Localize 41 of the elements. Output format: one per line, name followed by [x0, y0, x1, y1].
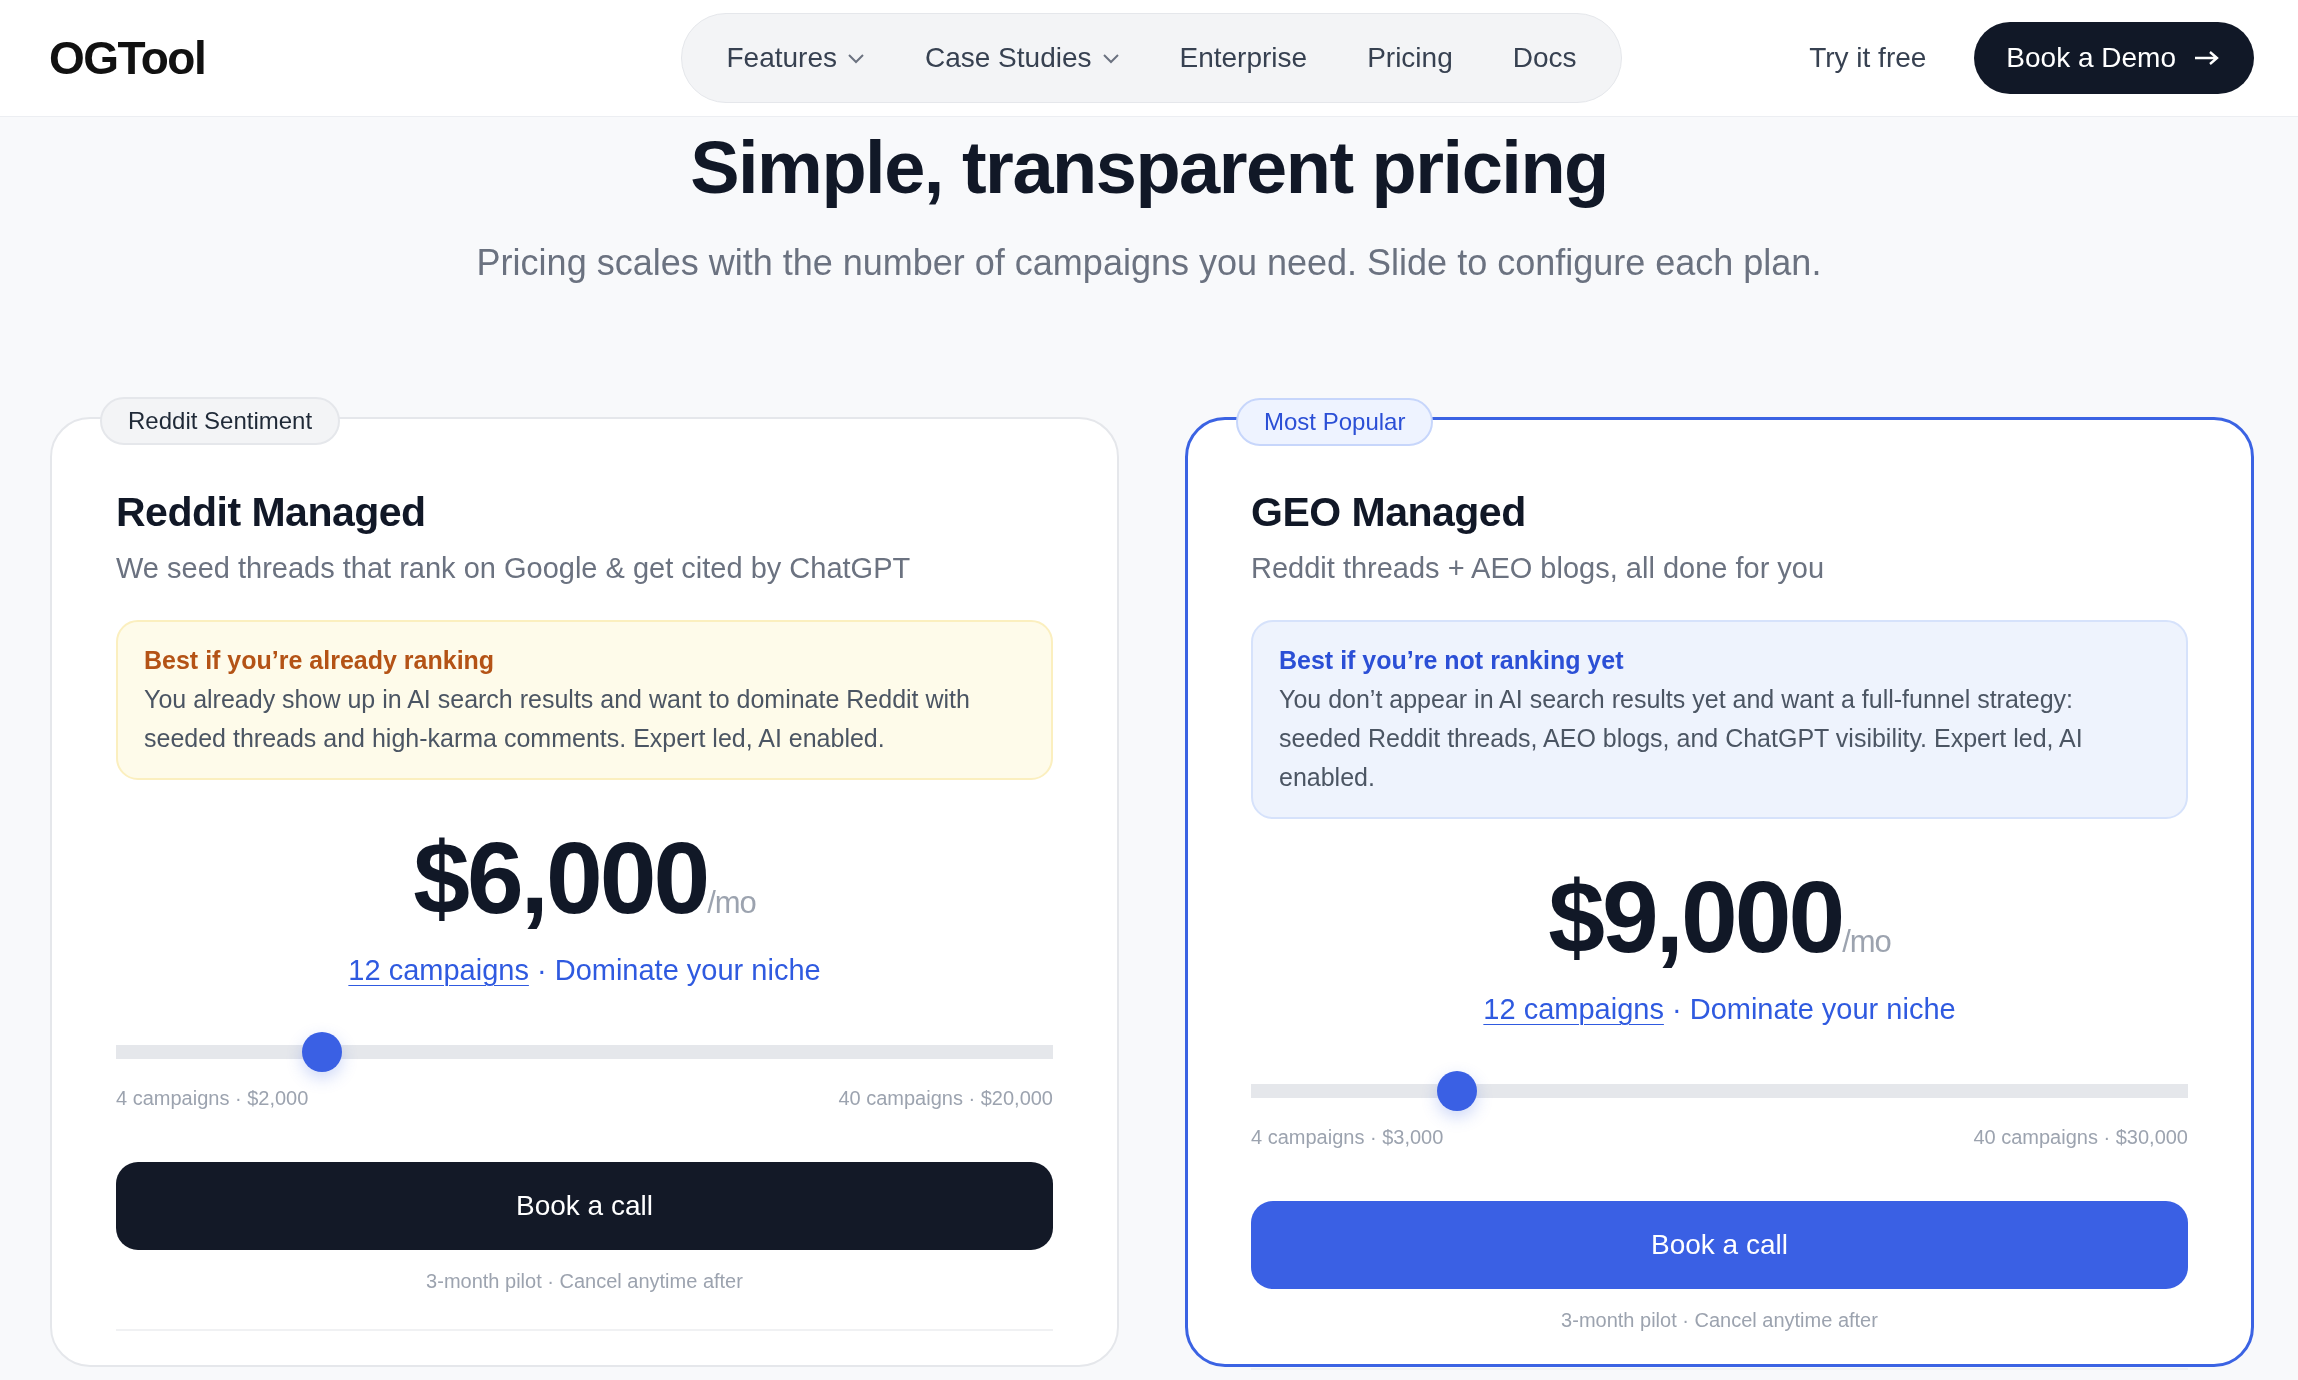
book-call-button[interactable]: Book a call	[1251, 1201, 2188, 1289]
nav-link[interactable]: Enterprise	[1149, 42, 1338, 74]
campaigns-link[interactable]: 12 campaigns	[348, 954, 529, 986]
range-max-label: 40 campaigns · $20,000	[838, 1087, 1053, 1110]
plan-tag: Most Popular	[1236, 398, 1434, 446]
page-subtitle: Pricing scales with the number of campaigns you need. Slide to configure each plan.	[475, 241, 1823, 285]
range-min-label: 4 campaigns · $2,000	[116, 1087, 309, 1110]
campaigns-note: · Dominate your niche	[536, 954, 821, 986]
campaigns-link[interactable]: 12 campaigns	[1483, 993, 1664, 1025]
chevron-down-icon	[846, 52, 865, 64]
book-call-button[interactable]: Book a call	[116, 1162, 1053, 1250]
arrow-right-icon	[2194, 50, 2220, 66]
logo[interactable]: OGTool	[49, 31, 206, 85]
pilot-note: 3-month pilot · Cancel anytime after	[425, 1269, 744, 1294]
plan-tagline: Reddit threads + AEO blogs, all done for you	[1251, 551, 1826, 586]
callout-title: Best if you’re already ranking	[144, 645, 496, 676]
price: $6,000	[413, 821, 708, 935]
price-period: /mo	[707, 885, 756, 920]
price: $9,000	[1548, 860, 1843, 974]
range-min-label: 4 campaigns · $3,000	[1251, 1126, 1444, 1149]
range-max-label: 40 campaigns · $30,000	[1973, 1126, 2188, 1149]
callout-text: You don’t appear in AI search results yet and want a full-funnel strategy: seeded Reddit threads, AEO blogs, and ChatGPT visibility. Expert led, AI enabled.	[1279, 684, 2084, 793]
book-demo-button[interactable]: Book a Demo	[1974, 22, 2254, 94]
nav-link[interactable]: Case Studies	[894, 42, 1150, 74]
nav-link[interactable]: Docs	[1482, 42, 1607, 74]
campaigns-note: · Dominate your niche	[1671, 993, 1956, 1025]
chevron-down-icon	[1101, 52, 1120, 64]
callout-text: You already show up in AI search results and want to dominate Reddit with seeded threads and high-karma comments. Expert led, AI enabled.	[144, 684, 971, 754]
plan-tag: Reddit Sentiment	[100, 397, 341, 445]
plan-name: GEO Managed	[1251, 488, 1527, 537]
nav-link[interactable]: Pricing	[1337, 42, 1483, 74]
try-free-link[interactable]: Try it free	[1809, 42, 1927, 74]
plan-tagline: We seed threads that rank on Google & get cited by ChatGPT	[116, 551, 912, 586]
slider-thumb[interactable]	[302, 1032, 343, 1072]
pilot-note: 3-month pilot · Cancel anytime after	[1560, 1308, 1879, 1333]
price-period: /mo	[1842, 924, 1891, 959]
page-title: Simple, transparent pricing	[689, 125, 1609, 211]
plan-name: Reddit Managed	[116, 488, 427, 537]
slider-thumb[interactable]	[1437, 1071, 1478, 1111]
nav-link[interactable]: Features	[696, 42, 895, 74]
callout-title: Best if you’re not ranking yet	[1279, 645, 1625, 676]
